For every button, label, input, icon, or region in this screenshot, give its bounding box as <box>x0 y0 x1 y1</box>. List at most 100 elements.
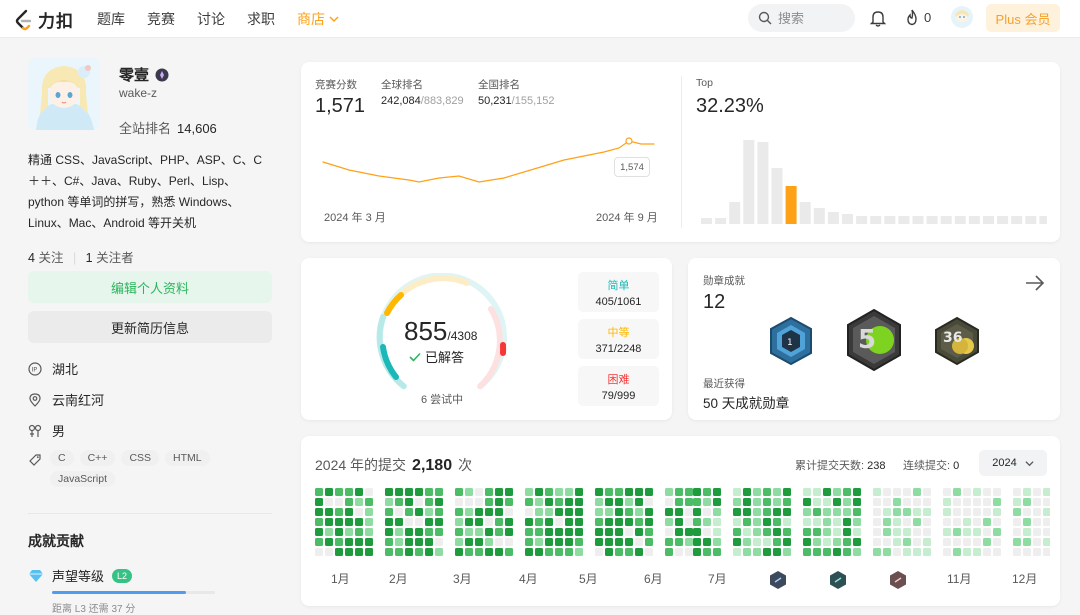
heatmap-cell[interactable] <box>475 488 483 496</box>
heatmap-cell[interactable] <box>315 488 323 496</box>
heatmap-cell[interactable] <box>1033 538 1041 546</box>
heatmap-cell[interactable] <box>1023 498 1031 506</box>
heatmap-cell[interactable] <box>465 518 473 526</box>
heatmap-cell[interactable] <box>693 528 701 536</box>
heatmap-cell[interactable] <box>415 518 423 526</box>
heatmap-cell[interactable] <box>983 548 991 556</box>
heatmap-cell[interactable] <box>525 488 533 496</box>
heatmap-cell[interactable] <box>595 548 603 556</box>
heatmap-cell[interactable] <box>335 528 343 536</box>
heatmap-cell[interactable] <box>575 548 583 556</box>
nav-contest[interactable]: 竞赛 <box>147 9 175 29</box>
heatmap-cell[interactable] <box>993 508 1001 516</box>
heatmap-cell[interactable] <box>963 518 971 526</box>
heatmap-cell[interactable] <box>675 528 683 536</box>
heatmap-cell[interactable] <box>345 538 353 546</box>
heatmap-cell[interactable] <box>893 488 901 496</box>
heatmap-cell[interactable] <box>625 498 633 506</box>
heatmap-cell[interactable] <box>495 488 503 496</box>
heatmap-cell[interactable] <box>873 488 881 496</box>
heatmap-cell[interactable] <box>983 518 991 526</box>
heatmap-cell[interactable] <box>963 498 971 506</box>
heatmap-cell[interactable] <box>903 508 911 516</box>
heatmap-cell[interactable] <box>1033 548 1041 556</box>
heatmap-cell[interactable] <box>325 508 333 516</box>
heatmap-cell[interactable] <box>455 528 463 536</box>
heatmap-cell[interactable] <box>963 538 971 546</box>
heatmap-cell[interactable] <box>823 518 831 526</box>
heatmap-cell[interactable] <box>733 528 741 536</box>
heatmap-cell[interactable] <box>703 528 711 536</box>
heatmap-cell[interactable] <box>983 508 991 516</box>
heatmap-cell[interactable] <box>345 548 353 556</box>
heatmap-cell[interactable] <box>1043 548 1050 556</box>
heatmap-cell[interactable] <box>575 538 583 546</box>
heatmap-cell[interactable] <box>733 488 741 496</box>
following-count[interactable]: 4 <box>28 251 35 265</box>
heatmap-cell[interactable] <box>913 538 921 546</box>
heatmap-cell[interactable] <box>813 538 821 546</box>
heatmap-cell[interactable] <box>783 518 791 526</box>
heatmap-cell[interactable] <box>763 548 771 556</box>
heatmap-cell[interactable] <box>1013 528 1021 536</box>
heatmap-cell[interactable] <box>455 488 463 496</box>
heatmap-cell[interactable] <box>335 538 343 546</box>
heatmap-cell[interactable] <box>1043 518 1050 526</box>
heatmap-cell[interactable] <box>853 508 861 516</box>
heatmap-cell[interactable] <box>803 548 811 556</box>
heatmap-cell[interactable] <box>405 528 413 536</box>
heatmap-cell[interactable] <box>325 548 333 556</box>
heatmap-cell[interactable] <box>385 548 393 556</box>
heatmap-cell[interactable] <box>973 488 981 496</box>
heatmap-cell[interactable] <box>575 518 583 526</box>
distribution-histogram[interactable] <box>697 140 1047 226</box>
heatmap-cell[interactable] <box>555 538 563 546</box>
heatmap-cell[interactable] <box>415 498 423 506</box>
heatmap-cell[interactable] <box>733 548 741 556</box>
heatmap-cell[interactable] <box>843 518 851 526</box>
heatmap-cell[interactable] <box>355 498 363 506</box>
heatmap-cell[interactable] <box>545 488 553 496</box>
heatmap-cell[interactable] <box>315 548 323 556</box>
heatmap-cell[interactable] <box>773 498 781 506</box>
heatmap-cell[interactable] <box>525 508 533 516</box>
skill-tag[interactable]: HTML <box>165 450 210 466</box>
heatmap-cell[interactable] <box>873 548 881 556</box>
heatmap-cell[interactable] <box>495 498 503 506</box>
heatmap-cell[interactable] <box>813 508 821 516</box>
heatmap-cell[interactable] <box>923 538 931 546</box>
heatmap-cell[interactable] <box>693 548 701 556</box>
heatmap-cell[interactable] <box>923 498 931 506</box>
heatmap-cell[interactable] <box>365 518 373 526</box>
badge-365-icon[interactable]: 36 <box>932 316 982 366</box>
heatmap-cell[interactable] <box>335 488 343 496</box>
heatmap-cell[interactable] <box>595 488 603 496</box>
heatmap-cell[interactable] <box>893 528 901 536</box>
heatmap-cell[interactable] <box>395 528 403 536</box>
heatmap-cell[interactable] <box>913 548 921 556</box>
heatmap-cell[interactable] <box>405 498 413 506</box>
heatmap-cell[interactable] <box>913 488 921 496</box>
heatmap-cell[interactable] <box>565 508 573 516</box>
heatmap-cell[interactable] <box>675 488 683 496</box>
heatmap-cell[interactable] <box>803 538 811 546</box>
heatmap-cell[interactable] <box>1013 508 1021 516</box>
heatmap-cell[interactable] <box>545 538 553 546</box>
heatmap-cell[interactable] <box>803 508 811 516</box>
heatmap-cell[interactable] <box>355 508 363 516</box>
heatmap-cell[interactable] <box>625 488 633 496</box>
heatmap-cell[interactable] <box>635 488 643 496</box>
heatmap-cell[interactable] <box>753 538 761 546</box>
heatmap-cell[interactable] <box>813 528 821 536</box>
heatmap-cell[interactable] <box>685 488 693 496</box>
rating-line-chart[interactable] <box>319 132 659 192</box>
heatmap-cell[interactable] <box>833 488 841 496</box>
logo[interactable]: 力扣 <box>14 7 74 32</box>
heatmap-cell[interactable] <box>425 498 433 506</box>
month-badge-icon[interactable] <box>829 570 847 590</box>
heatmap-cell[interactable] <box>405 508 413 516</box>
heatmap-cell[interactable] <box>645 488 653 496</box>
heatmap-cell[interactable] <box>1013 538 1021 546</box>
heatmap-cell[interactable] <box>435 508 443 516</box>
heatmap-cell[interactable] <box>743 518 751 526</box>
